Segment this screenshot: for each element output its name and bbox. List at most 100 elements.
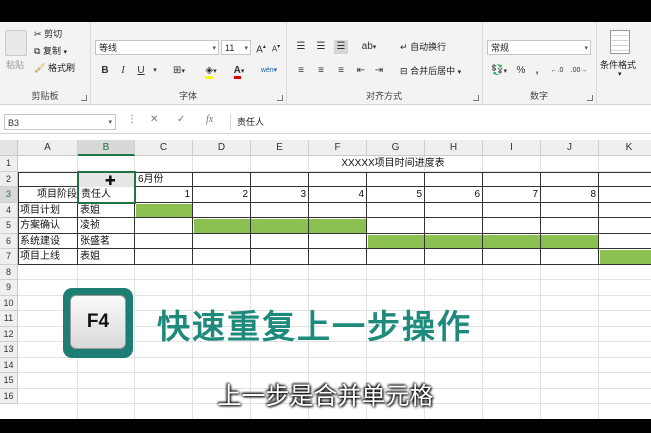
merge-center-button[interactable]: ⊟ 合并后居中 ▾ (400, 64, 461, 77)
alignment-launcher-icon[interactable] (473, 95, 479, 101)
table-col-border (250, 171, 251, 265)
column-header-b[interactable]: B (78, 140, 135, 156)
number-group-label: 数字 (529, 91, 548, 101)
key-label: F4 (70, 295, 126, 349)
fill-color-button[interactable]: ◈▾ (198, 64, 224, 79)
font-group: 等线 ▾ 11 ▾ A▴ A▾ B I U ▾ ⊞▾ ◈▾ A▾ wén▾ 字体 (90, 22, 287, 104)
column-header-g[interactable]: G (367, 140, 425, 156)
align-middle-icon[interactable]: ☰ (314, 40, 328, 54)
column-header-j[interactable]: J (541, 140, 599, 156)
align-center-icon[interactable]: ≡ (314, 64, 328, 78)
name-box-value: B3 (8, 118, 20, 128)
column-header-f[interactable]: F (309, 140, 367, 156)
underline-dropdown-icon[interactable]: ▾ (148, 64, 162, 78)
increase-decimal-icon[interactable]: ←.0 (548, 64, 566, 78)
align-left-icon[interactable]: ≡ (294, 64, 308, 78)
align-bottom-icon[interactable]: ☰ (334, 40, 348, 54)
borders-button[interactable]: ⊞▾ (166, 64, 192, 78)
underline-button[interactable]: U (134, 64, 148, 78)
row-header-9[interactable]: 9 (0, 280, 18, 296)
copy-label: 复制 (42, 46, 61, 56)
column-header-i[interactable]: I (483, 140, 541, 156)
column-header-k[interactable]: K (599, 140, 651, 156)
select-all-corner[interactable] (0, 140, 18, 156)
chevron-down-icon[interactable]: ▾ (618, 70, 622, 78)
column-header-e[interactable]: E (251, 140, 309, 156)
more-icon: ⋮ (127, 114, 137, 125)
cut-button[interactable]: ✂ 剪切 (34, 27, 62, 40)
bold-button[interactable]: B (98, 64, 112, 78)
decrease-indent-icon[interactable]: ⇤ (354, 64, 368, 78)
percent-button[interactable]: % (514, 64, 528, 78)
row-gridline (18, 358, 651, 373)
number-format-value: 常规 (491, 43, 510, 53)
grow-font-icon: A (256, 44, 263, 56)
column-header-a[interactable]: A (18, 140, 78, 156)
column-header-c[interactable]: C (135, 140, 193, 156)
cancel-icon[interactable]: ✕ (150, 114, 158, 125)
conditional-format-icon[interactable] (610, 30, 630, 54)
column-header-d[interactable]: D (193, 140, 251, 156)
enter-icon[interactable]: ✓ (177, 114, 185, 125)
formula-input[interactable]: 责任人 (230, 114, 651, 130)
table-row-border (18, 263, 651, 265)
font-name-value: 等线 (99, 43, 118, 53)
row-header-14[interactable]: 14 (0, 357, 18, 373)
increase-indent-icon[interactable]: ⇥ (372, 64, 386, 78)
row-header-8[interactable]: 8 (0, 264, 18, 280)
text-orientation-icon: ab (361, 41, 373, 52)
phonetic-icon: wén (260, 67, 274, 74)
ribbon: 粘贴 ✂ 剪切 ⧉ 复制 ▾ 🖌 格式刷 剪贴板 等线 ▾ 11 ▾ A▴ A▾ B… (0, 22, 651, 105)
format-painter-button[interactable]: 🖌 格式刷 (34, 61, 75, 74)
copy-button[interactable]: ⧉ 复制 ▾ (34, 44, 67, 57)
accounting-format-button[interactable]: 💱▾ (488, 64, 510, 78)
font-name-select[interactable]: 等线 ▾ (95, 40, 219, 55)
header-owner: 责任人 (81, 189, 111, 200)
row-header-11[interactable]: 11 (0, 311, 18, 327)
wrap-text-button[interactable]: ↵ 自动换行 (400, 40, 446, 53)
clipboard-launcher-icon[interactable] (81, 95, 87, 101)
day-number: 6 (474, 189, 480, 200)
row-header-5[interactable]: 5 (0, 218, 18, 234)
format-painter-label: 格式刷 (47, 63, 75, 73)
row-header-12[interactable]: 12 (0, 326, 18, 342)
number-format-select[interactable]: 常规 ▾ (487, 40, 591, 55)
row-header-6[interactable]: 6 (0, 233, 18, 249)
header-stage: 项目阶段 (37, 189, 77, 200)
align-right-icon[interactable]: ≡ (334, 64, 348, 78)
name-box[interactable]: B3 ▾ (4, 114, 116, 130)
grow-font-button[interactable]: A▴ (254, 40, 268, 56)
month-label: 6月份 (138, 173, 164, 185)
row-header-13[interactable]: 13 (0, 342, 18, 358)
shrink-font-button[interactable]: A▾ (269, 40, 283, 54)
orientation-button[interactable]: ab▾ (358, 40, 380, 54)
row-header-7[interactable]: 7 (0, 249, 18, 265)
row-header-4[interactable]: 4 (0, 202, 18, 218)
font-color-button[interactable]: A▾ (226, 64, 252, 79)
paste-icon[interactable] (5, 30, 27, 56)
merge-center-label: 合并后居中 (410, 66, 456, 76)
table-row-border (18, 232, 651, 234)
align-top-icon[interactable]: ☰ (294, 40, 308, 54)
font-size-select[interactable]: 11 ▾ (221, 40, 251, 55)
table-col-border (482, 171, 483, 265)
chevron-down-icon[interactable]: ▾ (108, 115, 112, 131)
row-header-1[interactable]: 1 (0, 156, 18, 172)
phonetic-button[interactable]: wén▾ (258, 64, 280, 78)
comma-button[interactable]: , (530, 64, 544, 78)
table-col-border (424, 171, 425, 265)
column-header-h[interactable]: H (425, 140, 483, 156)
italic-button[interactable]: I (116, 64, 130, 78)
insert-function-icon[interactable]: fx (206, 114, 213, 125)
sheet-title: XXXXX项目时间进度表 (341, 158, 445, 169)
number-launcher-icon[interactable] (587, 95, 593, 101)
paste-button[interactable]: 粘贴 (6, 58, 24, 71)
row-header-2[interactable]: 2 (0, 171, 18, 187)
font-launcher-icon[interactable] (277, 95, 283, 101)
decrease-decimal-icon[interactable]: .00→ (570, 64, 588, 78)
excel-window: 粘贴 ✂ 剪切 ⧉ 复制 ▾ 🖌 格式刷 剪贴板 等线 ▾ 11 ▾ A▴ A▾ B… (0, 22, 651, 419)
day-number: 8 (590, 189, 596, 200)
row-header-3[interactable]: 3 (0, 187, 18, 203)
task-owner: 表姐 (80, 251, 100, 262)
row-header-10[interactable]: 10 (0, 295, 18, 311)
